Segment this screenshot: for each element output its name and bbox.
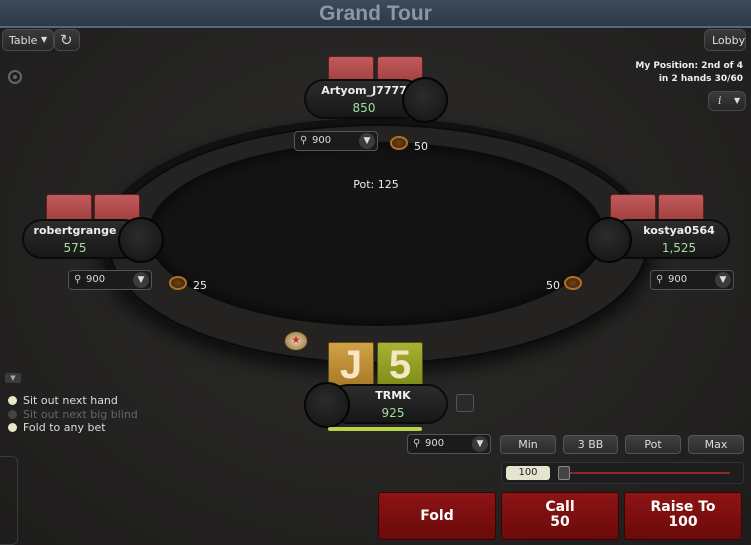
max-bet-button[interactable]: Max <box>688 435 744 454</box>
call-button[interactable]: Call 50 <box>501 492 619 540</box>
fold-button[interactable]: Fold <box>378 492 496 540</box>
raise-amount: 100 <box>668 514 698 530</box>
tournament-position-line1: My Position: 2nd of 4 <box>635 61 743 71</box>
option-sit-out-next-hand[interactable]: Sit out next hand <box>8 394 118 407</box>
pin-icon: ⚲ <box>74 274 82 285</box>
call-amount: 50 <box>550 514 570 530</box>
title-bar: Grand Tour <box>0 0 751 28</box>
option-label: Sit out next big blind <box>23 408 138 421</box>
option-fold-to-any-bet[interactable]: Fold to any bet <box>8 421 106 434</box>
window-title: Grand Tour <box>319 2 432 25</box>
note-value: 900 <box>425 438 445 449</box>
pot-bet-button[interactable]: Pot <box>625 435 681 454</box>
note-value: 900 <box>312 135 332 146</box>
chevron-down-icon[interactable]: ▼ <box>133 272 149 288</box>
avatar[interactable] <box>402 77 448 123</box>
chevron-down-icon[interactable]: ▼ <box>715 272 731 288</box>
option-label: Sit out next hand <box>23 394 118 407</box>
pin-icon: ⚲ <box>300 135 308 146</box>
fold-label: Fold <box>420 508 454 524</box>
player-note-dropdown[interactable]: ⚲ 900 ▼ <box>407 434 491 454</box>
player-name: kostya0564 <box>643 224 715 237</box>
card-rank: 5 <box>388 343 412 387</box>
avatar[interactable] <box>304 382 350 428</box>
pot-label: Pot: 125 <box>353 178 399 191</box>
lobby-button[interactable]: Lobby <box>704 29 746 51</box>
player-name: robertgrange <box>33 224 117 237</box>
options-collapse-button[interactable]: ▼ <box>5 373 21 383</box>
player-name: TRMK <box>375 389 411 402</box>
dealer-button-icon: ★ <box>284 331 308 351</box>
player-stack: 925 <box>381 406 405 420</box>
target-icon[interactable] <box>8 70 22 84</box>
bet-slider-panel: 100 <box>501 462 744 484</box>
raise-button[interactable]: Raise To 100 <box>624 492 742 540</box>
table-menu-button[interactable]: Table ▼ <box>2 29 54 51</box>
pin-icon: ⚲ <box>413 438 421 449</box>
table-felt <box>148 142 604 326</box>
radio-button[interactable] <box>8 396 17 405</box>
radio-button[interactable] <box>8 423 17 432</box>
chat-panel-edge[interactable] <box>0 456 18 545</box>
min-bet-button[interactable]: Min <box>500 435 556 454</box>
refresh-icon: ↻ <box>60 31 73 49</box>
pin-icon: ⚲ <box>656 274 664 285</box>
bet-slider-handle[interactable] <box>558 466 570 480</box>
hole-card: 5 <box>377 342 423 387</box>
info-button[interactable]: i ▼ <box>708 91 746 111</box>
lobby-label: Lobby <box>712 34 746 47</box>
player-note-dropdown[interactable]: ⚲ 900 ▼ <box>294 131 378 151</box>
bet-amount-input[interactable]: 100 <box>506 466 550 480</box>
chevron-down-icon: ▼ <box>734 96 741 105</box>
bet-chip <box>169 276 187 290</box>
raise-label: Raise To <box>650 499 716 515</box>
option-sit-out-next-big-blind: Sit out next big blind <box>8 408 138 421</box>
table-menu-label: Table <box>9 34 38 47</box>
player-stack: 1,525 <box>661 241 697 255</box>
chevron-down-icon[interactable]: ▼ <box>359 133 375 149</box>
bet-chip <box>564 276 582 290</box>
refresh-button[interactable]: ↻ <box>54 29 80 51</box>
bet-amount: 25 <box>193 279 207 292</box>
note-value: 900 <box>86 274 106 285</box>
chevron-down-icon: ▼ <box>41 35 48 44</box>
three-bb-bet-button[interactable]: 3 BB <box>563 435 618 454</box>
avatar[interactable] <box>118 217 164 263</box>
note-value: 900 <box>668 274 688 285</box>
player-note-dropdown[interactable]: ⚲ 900 ▼ <box>650 270 734 290</box>
turn-timer-bar <box>328 427 422 431</box>
bet-chip <box>390 136 408 150</box>
card-rank: J <box>339 343 363 387</box>
bet-amount: 50 <box>414 140 428 153</box>
bet-slider-track[interactable] <box>560 472 730 474</box>
bet-amount: 50 <box>546 279 560 292</box>
hole-card: J <box>328 342 374 387</box>
option-label: Fold to any bet <box>23 421 106 434</box>
avatar[interactable] <box>586 217 632 263</box>
player-stack: 575 <box>63 241 87 255</box>
tournament-position-line2: in 2 hands 30/60 <box>658 74 743 84</box>
radio-button <box>8 410 17 419</box>
call-label: Call <box>545 499 575 515</box>
chevron-down-icon[interactable]: ▼ <box>472 436 488 452</box>
sit-out-checkbox[interactable] <box>456 394 474 412</box>
poker-table-window: Grand Tour Table ▼ ↻ Lobby My Position: … <box>0 0 751 545</box>
info-icon: i <box>718 94 722 107</box>
player-note-dropdown[interactable]: ⚲ 900 ▼ <box>68 270 152 290</box>
